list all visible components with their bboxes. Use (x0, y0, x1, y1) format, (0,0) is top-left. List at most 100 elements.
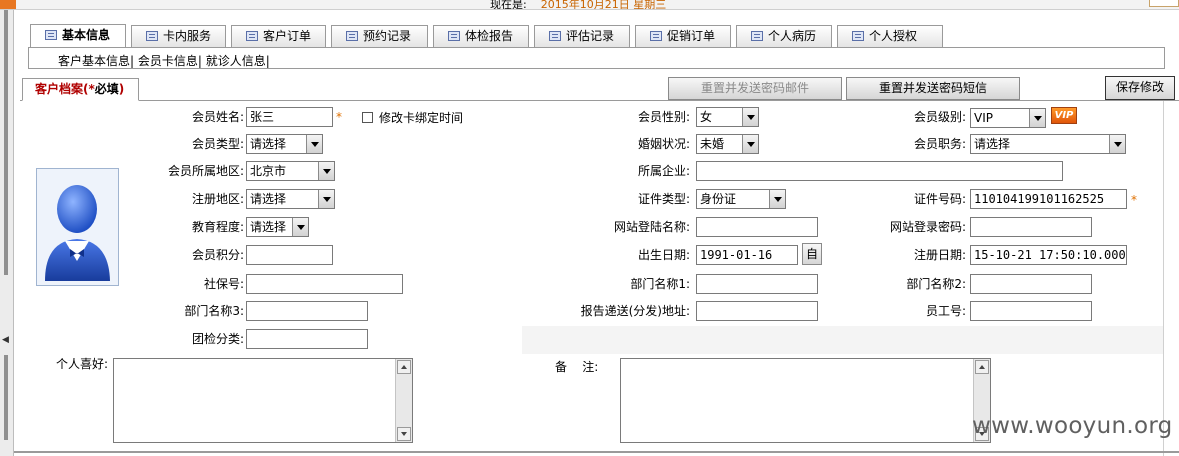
report-address-input[interactable] (696, 301, 818, 321)
tab-appointments[interactable]: 预约记录 (331, 25, 428, 47)
tab-icon (45, 30, 57, 40)
reset-send-email-button[interactable]: 重置并发送密码邮件 (668, 77, 842, 100)
left-splitter[interactable]: ◀ (0, 10, 14, 456)
tab-promo-orders[interactable]: 促销订单 (635, 25, 731, 47)
level-select[interactable]: VIP (970, 108, 1046, 128)
reg-region-label: 注册地区: (191, 192, 244, 206)
app-logo-icon (0, 0, 16, 9)
remark-textarea[interactable] (620, 358, 991, 443)
employee-no-label: 员工号: (925, 304, 966, 318)
id-type-label: 证件类型: (637, 192, 690, 206)
company-input[interactable] (696, 161, 1063, 181)
gender-select[interactable]: 女 (696, 107, 759, 127)
chevron-down-icon (1109, 135, 1125, 153)
employee-no-input[interactable] (970, 301, 1092, 321)
dept3-label: 部门名称3: (184, 304, 244, 318)
tab-checkup-report[interactable]: 体检报告 (433, 25, 529, 47)
points-input[interactable] (246, 245, 333, 265)
social-security-input[interactable] (246, 274, 403, 294)
avatar (36, 168, 119, 286)
position-select[interactable]: 请选择 (970, 134, 1126, 154)
birth-date-label: 出生日期: (637, 248, 690, 262)
tab-icon (852, 31, 864, 41)
dept2-label: 部门名称2: (906, 277, 966, 291)
tab-icon (650, 31, 662, 41)
level-label: 会员级别: (913, 110, 966, 124)
member-type-select[interactable]: 请选择 (246, 134, 323, 154)
education-select[interactable]: 请选择 (246, 217, 309, 237)
birth-date-input[interactable]: 1991-01-16 (696, 245, 798, 265)
id-type-select[interactable]: 身份证 (696, 189, 786, 209)
region-label: 会员所属地区: (167, 164, 244, 178)
bottom-border (14, 451, 1179, 453)
remark-label: 备 注: (555, 360, 599, 374)
scroll-down-icon[interactable] (397, 427, 411, 441)
chevron-down-icon (769, 190, 785, 208)
chevron-down-icon (306, 135, 322, 153)
shaded-row (522, 326, 1163, 354)
textarea-scrollbar[interactable] (395, 359, 412, 442)
member-type-label: 会员类型: (191, 137, 244, 151)
marital-label: 婚姻状况: (637, 137, 690, 151)
save-button[interactable]: 保存修改 (1105, 76, 1175, 100)
scroll-up-icon[interactable] (397, 360, 411, 374)
right-divider (1163, 101, 1164, 456)
reset-send-sms-button[interactable]: 重置并发送密码短信 (846, 77, 1020, 100)
site-password-input[interactable] (970, 217, 1092, 237)
tab-customer-orders[interactable]: 客户订单 (231, 25, 326, 47)
id-number-label: 证件号码: (913, 192, 966, 206)
tab-authorization[interactable]: 个人授权 (837, 25, 943, 47)
bind-time-label: 修改卡绑定时间 (379, 111, 464, 125)
tab-card-services[interactable]: 卡内服务 (131, 25, 226, 47)
corner-box (1149, 0, 1179, 7)
tab-icon (549, 31, 561, 41)
hobby-textarea[interactable] (113, 358, 413, 443)
sub-nav-links[interactable]: 客户基本信息| 会员卡信息| 就诊人信息| (58, 52, 270, 69)
chevron-down-icon (318, 162, 334, 180)
report-address-label: 报告递送(分发)地址: (580, 304, 690, 318)
group-category-input[interactable] (246, 329, 368, 349)
chevron-down-icon (318, 190, 334, 208)
collapse-arrow-icon[interactable]: ◀ (2, 335, 9, 345)
name-label: 会员姓名: (191, 110, 244, 124)
tab-icon (448, 31, 460, 41)
dept2-input[interactable] (970, 274, 1092, 294)
bind-time-checkbox[interactable] (362, 112, 373, 123)
dept3-input[interactable] (246, 301, 368, 321)
section-divider (20, 100, 1179, 101)
region-select[interactable]: 北京市 (246, 161, 335, 181)
site-login-label: 网站登陆名称: (613, 220, 690, 234)
top-status-bar: 现在是: 2015年10月21日 星期三 (0, 0, 1179, 10)
gender-label: 会员性别: (637, 110, 690, 124)
tab-medical-records[interactable]: 个人病历 (736, 25, 832, 47)
scroll-up-icon[interactable] (975, 360, 989, 374)
tab-assessment[interactable]: 评估记录 (534, 25, 630, 47)
tab-basic-info[interactable]: 基本信息 (30, 24, 126, 48)
chevron-down-icon (1029, 109, 1045, 127)
chevron-down-icon (742, 108, 758, 126)
dept1-label: 部门名称1: (630, 277, 690, 291)
section-tab-customer-profile[interactable]: 客户档案(*必填) (22, 78, 139, 101)
date-picker-button[interactable]: 自 (802, 243, 822, 265)
tab-icon (751, 31, 763, 41)
site-password-label: 网站登录密码: (889, 220, 966, 234)
tab-icon (146, 31, 158, 41)
social-security-label: 社保号: (203, 277, 244, 291)
chevron-down-icon (292, 218, 308, 236)
marital-select[interactable]: 未婚 (696, 134, 759, 154)
group-category-label: 团检分类: (191, 332, 244, 346)
required-mark: * (336, 110, 342, 124)
points-label: 会员积分: (191, 248, 244, 262)
chevron-down-icon (742, 135, 758, 153)
user-avatar-icon (45, 185, 110, 281)
reg-date-input[interactable]: 15-10-21 17:50:10.000 (970, 245, 1127, 265)
id-number-input[interactable]: 110104199101162525 (970, 189, 1127, 209)
position-label: 会员职务: (913, 137, 966, 151)
dept1-input[interactable] (696, 274, 818, 294)
reg-region-select[interactable]: 请选择 (246, 189, 335, 209)
member-name-input[interactable]: 张三 (246, 107, 333, 127)
reg-date-label: 注册日期: (913, 248, 966, 262)
site-login-input[interactable] (696, 217, 818, 237)
hobby-label: 个人喜好: (55, 357, 108, 371)
tab-icon (246, 31, 258, 41)
